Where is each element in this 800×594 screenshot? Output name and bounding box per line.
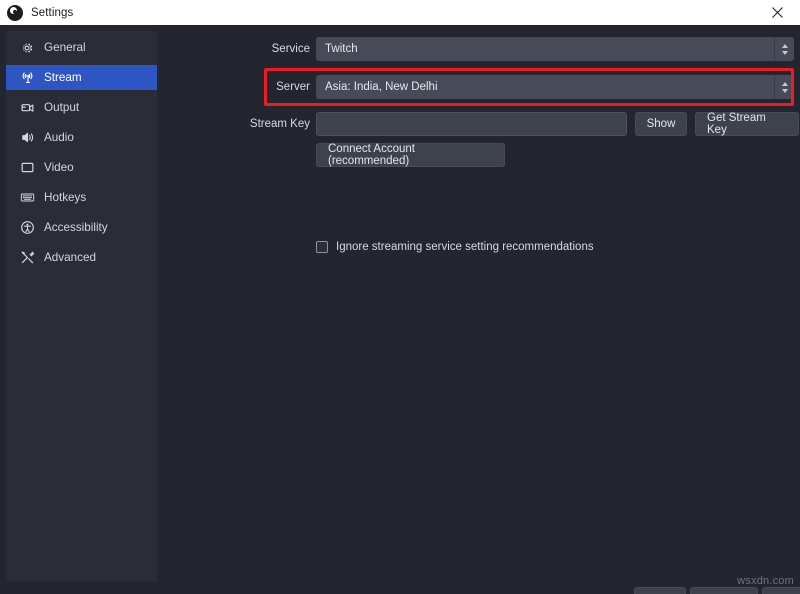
gear-icon [19,40,35,56]
output-camera-icon [19,100,35,116]
get-stream-key-button[interactable]: Get Stream Key [695,112,799,136]
window-title: Settings [31,6,74,19]
speaker-icon [19,130,35,146]
ignore-recommendations-checkbox[interactable] [316,241,328,253]
service-value: Twitch [325,43,358,55]
spinner-up-down-icon[interactable] [774,75,794,99]
server-row: Server Asia: India, New Delhi [157,75,800,99]
sidebar-item-advanced[interactable]: Advanced [6,245,157,270]
sidebar-item-label: Output [44,101,80,114]
dialog-button-apply[interactable] [762,587,800,594]
sidebar-item-label: Accessibility [44,221,108,234]
service-combobox[interactable]: Twitch [316,37,794,61]
connect-account-button[interactable]: Connect Account (recommended) [316,143,505,167]
sidebar-item-hotkeys[interactable]: Hotkeys [6,185,157,210]
stream-key-label: Stream Key [249,118,310,130]
ignore-recommendations-row[interactable]: Ignore streaming service setting recomme… [316,241,594,253]
sidebar-item-accessibility[interactable]: Accessibility [6,215,157,240]
sidebar-item-label: Stream [44,71,82,84]
connect-account-row: Connect Account (recommended) [157,143,800,167]
window-body: General Stream Output Audio Video Hotkey… [0,25,800,594]
stream-key-input[interactable] [316,112,627,136]
server-combobox[interactable]: Asia: India, New Delhi [316,75,794,99]
spinner-up-down-icon[interactable] [774,37,794,61]
sidebar-item-label: General [44,41,86,54]
server-label: Server [276,81,310,93]
accessibility-icon [19,220,35,236]
ignore-recommendations-label: Ignore streaming service setting recomme… [336,241,594,253]
broadcast-icon [19,70,35,86]
keyboard-icon [19,190,35,206]
watermark: wsxdn.com [737,575,794,587]
dialog-button-cancel[interactable] [690,587,758,594]
server-value: Asia: India, New Delhi [325,81,438,93]
monitor-icon [19,160,35,176]
settings-window: Settings General Stream Output Audio Vid… [0,0,800,594]
close-icon[interactable] [755,0,800,25]
obs-logo-icon [7,4,23,21]
sidebar-item-audio[interactable]: Audio [6,125,157,150]
service-label: Service [271,43,310,55]
settings-sidebar: General Stream Output Audio Video Hotkey… [6,31,157,582]
sidebar-item-video[interactable]: Video [6,155,157,180]
sidebar-item-label: Advanced [44,251,96,264]
sidebar-item-label: Audio [44,131,74,144]
dialog-button-ok[interactable] [634,587,686,594]
sidebar-item-label: Video [44,161,74,174]
sidebar-item-general[interactable]: General [6,35,157,60]
sidebar-item-output[interactable]: Output [6,95,157,120]
title-bar: Settings [0,0,800,25]
tools-icon [19,250,35,266]
show-button[interactable]: Show [635,112,687,136]
service-row: Service Twitch [157,37,800,61]
sidebar-item-label: Hotkeys [44,191,87,204]
stream-key-row: Stream Key Show Get Stream Key [157,112,800,136]
sidebar-item-stream[interactable]: Stream [6,65,157,90]
stream-settings-panel: Service Twitch Server Asia: India, New D… [157,25,800,594]
